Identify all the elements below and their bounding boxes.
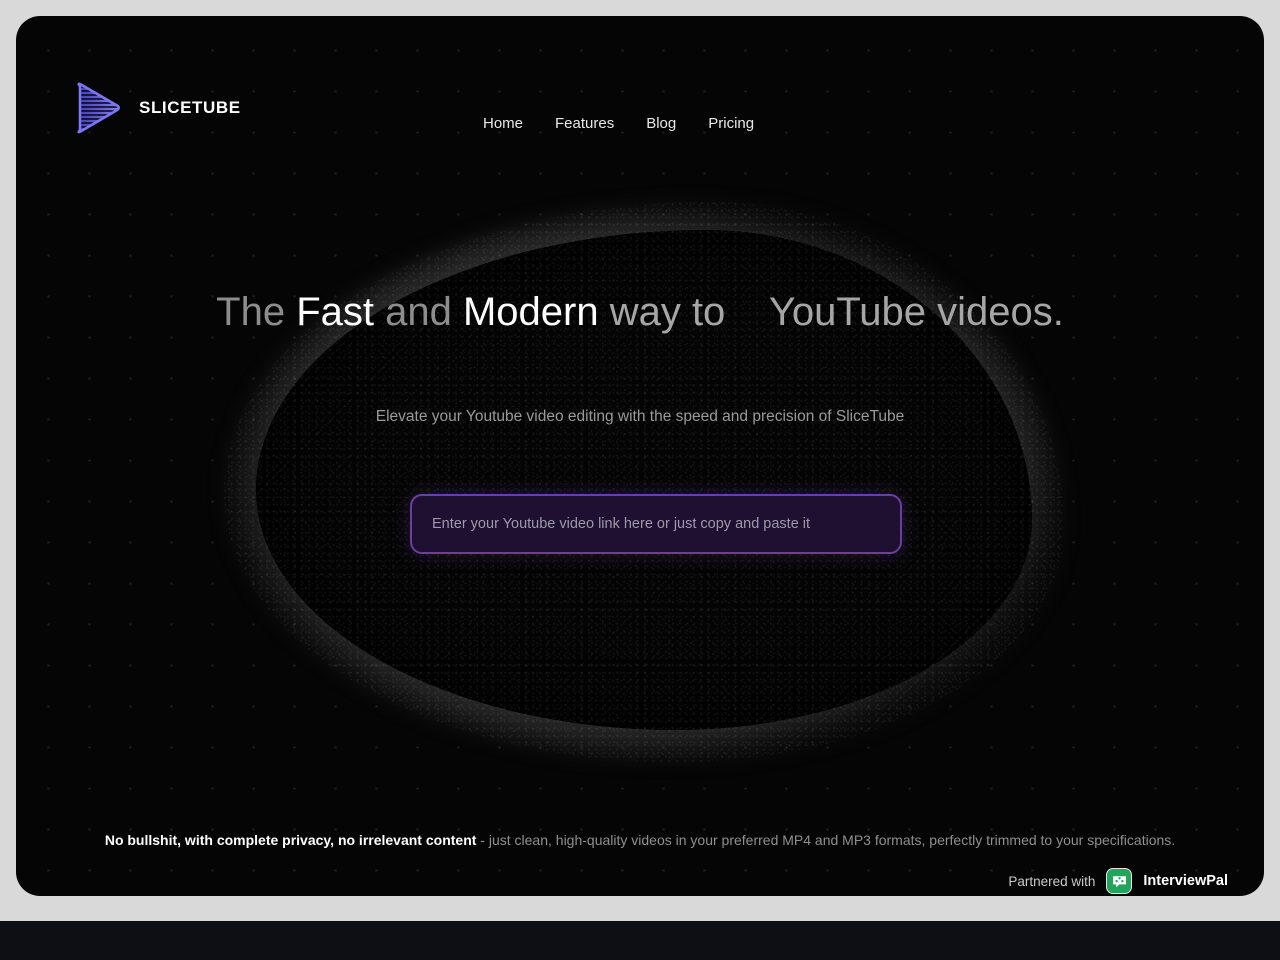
headline-part-the: The bbox=[216, 290, 297, 334]
interviewpal-speech-bubble-icon bbox=[1106, 868, 1133, 894]
page-bottom-strip bbox=[0, 921, 1280, 960]
footer-tagline-strong: No bullshit, with complete privacy, no i… bbox=[104, 832, 477, 848]
footer-tagline: No bullshit, with complete privacy, no i… bbox=[16, 830, 1264, 850]
nav-item-home[interactable]: Home bbox=[467, 115, 539, 132]
headline-word-modern: Modern bbox=[462, 290, 599, 334]
hero-card: SLICETUBE Home Features Blog Pricing The… bbox=[16, 16, 1264, 896]
headline-part-wayto: way to bbox=[598, 290, 737, 334]
footer-tagline-rest: - just clean, high-quality videos in you… bbox=[476, 832, 1176, 848]
brand-logo[interactable]: SLICETUBE bbox=[72, 80, 241, 136]
striped-play-triangle-icon bbox=[72, 80, 124, 136]
brand-name: SLICETUBE bbox=[139, 98, 241, 117]
partner-label: Partnered with bbox=[1008, 873, 1096, 889]
nav-item-pricing[interactable]: Pricing bbox=[692, 115, 770, 132]
nav-item-blog[interactable]: Blog bbox=[630, 115, 692, 132]
site-header: SLICETUBE Home Features Blog Pricing bbox=[16, 16, 1264, 216]
video-link-input-wrapper bbox=[410, 494, 902, 554]
partner-name: InterviewPal bbox=[1143, 873, 1228, 889]
headline-part-and: and bbox=[373, 290, 463, 334]
video-link-input[interactable] bbox=[410, 494, 902, 554]
page-title: The Fast and Modern way to YouTube video… bbox=[16, 290, 1264, 335]
nav-item-features[interactable]: Features bbox=[539, 115, 630, 132]
headline-part-youtube-videos: YouTube videos. bbox=[758, 290, 1064, 334]
main-nav: Home Features Blog Pricing bbox=[467, 115, 770, 132]
partner-badge[interactable]: Partnered with InterviewPal bbox=[1008, 868, 1228, 894]
page-background: SLICETUBE Home Features Blog Pricing The… bbox=[0, 0, 1280, 921]
page-subtitle: Elevate your Youtube video editing with … bbox=[375, 408, 905, 425]
headline-word-fast: Fast bbox=[296, 290, 374, 334]
